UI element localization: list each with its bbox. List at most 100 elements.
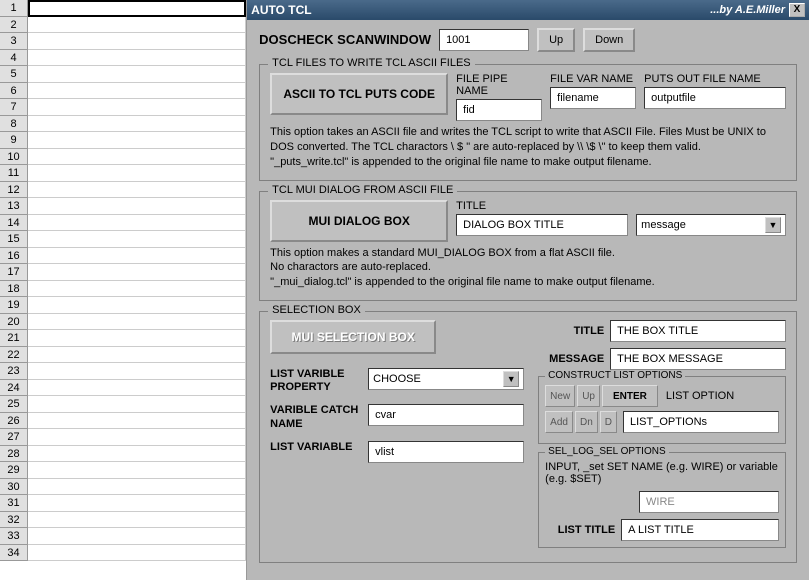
cell[interactable]	[28, 231, 246, 248]
cell[interactable]	[28, 33, 246, 50]
add-button[interactable]: Add	[545, 411, 573, 433]
row-header[interactable]: 7	[0, 99, 28, 116]
row-header[interactable]: 19	[0, 297, 28, 314]
box-title-input[interactable]	[610, 320, 786, 342]
dialog-window: AUTO TCL ...by A.E.Miller X DOSCHECK SCA…	[247, 0, 809, 580]
close-icon[interactable]: X	[789, 3, 805, 17]
row-header[interactable]: 5	[0, 66, 28, 83]
cell[interactable]	[28, 462, 246, 479]
cell[interactable]	[28, 495, 246, 512]
var-input[interactable]	[550, 87, 636, 109]
cell[interactable]	[28, 50, 246, 67]
row-header[interactable]: 14	[0, 215, 28, 232]
row-header[interactable]: 34	[0, 545, 28, 562]
pipe-input[interactable]	[456, 99, 542, 121]
cell[interactable]	[28, 330, 246, 347]
down-button[interactable]: Down	[583, 28, 635, 52]
enter-button[interactable]: ENTER	[602, 385, 658, 407]
row-header[interactable]: 30	[0, 479, 28, 496]
cell[interactable]	[28, 429, 246, 446]
row-header[interactable]: 12	[0, 182, 28, 199]
mui-selection-button[interactable]: MUI SELECTION BOX	[270, 320, 436, 354]
cell[interactable]	[28, 0, 246, 17]
row-header[interactable]: 29	[0, 462, 28, 479]
row-header[interactable]: 17	[0, 264, 28, 281]
cell[interactable]	[28, 17, 246, 34]
spreadsheet-panel: 1234567891011121314151617181920212223242…	[0, 0, 247, 580]
row-header[interactable]: 10	[0, 149, 28, 166]
new-button[interactable]: New	[545, 385, 575, 407]
cell[interactable]	[28, 380, 246, 397]
row-header[interactable]: 25	[0, 396, 28, 413]
row-header[interactable]: 15	[0, 231, 28, 248]
cell[interactable]	[28, 182, 246, 199]
cell[interactable]	[28, 165, 246, 182]
row-header[interactable]: 21	[0, 330, 28, 347]
row-header[interactable]: 33	[0, 528, 28, 545]
row-header[interactable]: 24	[0, 380, 28, 397]
row-header[interactable]: 2	[0, 17, 28, 34]
row-header[interactable]: 3	[0, 33, 28, 50]
cell[interactable]	[28, 99, 246, 116]
row-header[interactable]: 16	[0, 248, 28, 265]
doscheck-input[interactable]	[439, 29, 529, 51]
mui-title-input[interactable]	[456, 214, 628, 236]
row-header[interactable]: 27	[0, 429, 28, 446]
cell[interactable]	[28, 297, 246, 314]
catch-input[interactable]	[368, 404, 524, 426]
row-header[interactable]: 26	[0, 413, 28, 430]
listvar-input[interactable]	[368, 441, 524, 463]
list-title-label: LIST TITLE	[545, 524, 621, 536]
cell[interactable]	[28, 512, 246, 529]
row-header[interactable]: 8	[0, 116, 28, 133]
cell[interactable]	[28, 66, 246, 83]
mui-dialog-button[interactable]: MUI DIALOG BOX	[270, 200, 448, 242]
up-button[interactable]: Up	[537, 28, 575, 52]
row-header[interactable]: 32	[0, 512, 28, 529]
row-header[interactable]: 22	[0, 347, 28, 364]
cell[interactable]	[28, 198, 246, 215]
cell[interactable]	[28, 116, 246, 133]
box-message-input[interactable]	[610, 348, 786, 370]
box-title-label: TITLE	[538, 325, 610, 337]
row-header[interactable]: 20	[0, 314, 28, 331]
row-header[interactable]: 4	[0, 50, 28, 67]
cell[interactable]	[28, 83, 246, 100]
cell[interactable]	[28, 545, 246, 562]
option-input[interactable]	[623, 411, 779, 433]
cell[interactable]	[28, 479, 246, 496]
row-header[interactable]: 28	[0, 446, 28, 463]
cell[interactable]	[28, 446, 246, 463]
ascii-to-tcl-button[interactable]: ASCII TO TCL PUTS CODE	[270, 73, 448, 115]
chevron-down-icon[interactable]: ▼	[503, 371, 519, 387]
list-title-input[interactable]	[621, 519, 779, 541]
row-header[interactable]: 1	[0, 0, 28, 17]
chevron-down-icon[interactable]: ▼	[765, 217, 781, 233]
row-header[interactable]: 23	[0, 363, 28, 380]
d-button[interactable]: D	[600, 411, 617, 433]
cell[interactable]	[28, 264, 246, 281]
cell[interactable]	[28, 363, 246, 380]
cell[interactable]	[28, 248, 246, 265]
wire-input[interactable]	[639, 491, 779, 513]
list-prop-select[interactable]: CHOOSE ▼	[368, 368, 524, 390]
cell[interactable]	[28, 347, 246, 364]
dn-button[interactable]: Dn	[575, 411, 598, 433]
cell[interactable]	[28, 132, 246, 149]
cell[interactable]	[28, 215, 246, 232]
row-header[interactable]: 11	[0, 165, 28, 182]
cell[interactable]	[28, 413, 246, 430]
cell[interactable]	[28, 281, 246, 298]
cell[interactable]	[28, 528, 246, 545]
row-header[interactable]: 13	[0, 198, 28, 215]
cell[interactable]	[28, 396, 246, 413]
row-header[interactable]: 6	[0, 83, 28, 100]
row-header[interactable]: 31	[0, 495, 28, 512]
out-input[interactable]	[644, 87, 786, 109]
row-header[interactable]: 18	[0, 281, 28, 298]
up-mini-button[interactable]: Up	[577, 385, 600, 407]
mui-type-select[interactable]: message ▼	[636, 214, 786, 236]
row-header[interactable]: 9	[0, 132, 28, 149]
cell[interactable]	[28, 149, 246, 166]
cell[interactable]	[28, 314, 246, 331]
